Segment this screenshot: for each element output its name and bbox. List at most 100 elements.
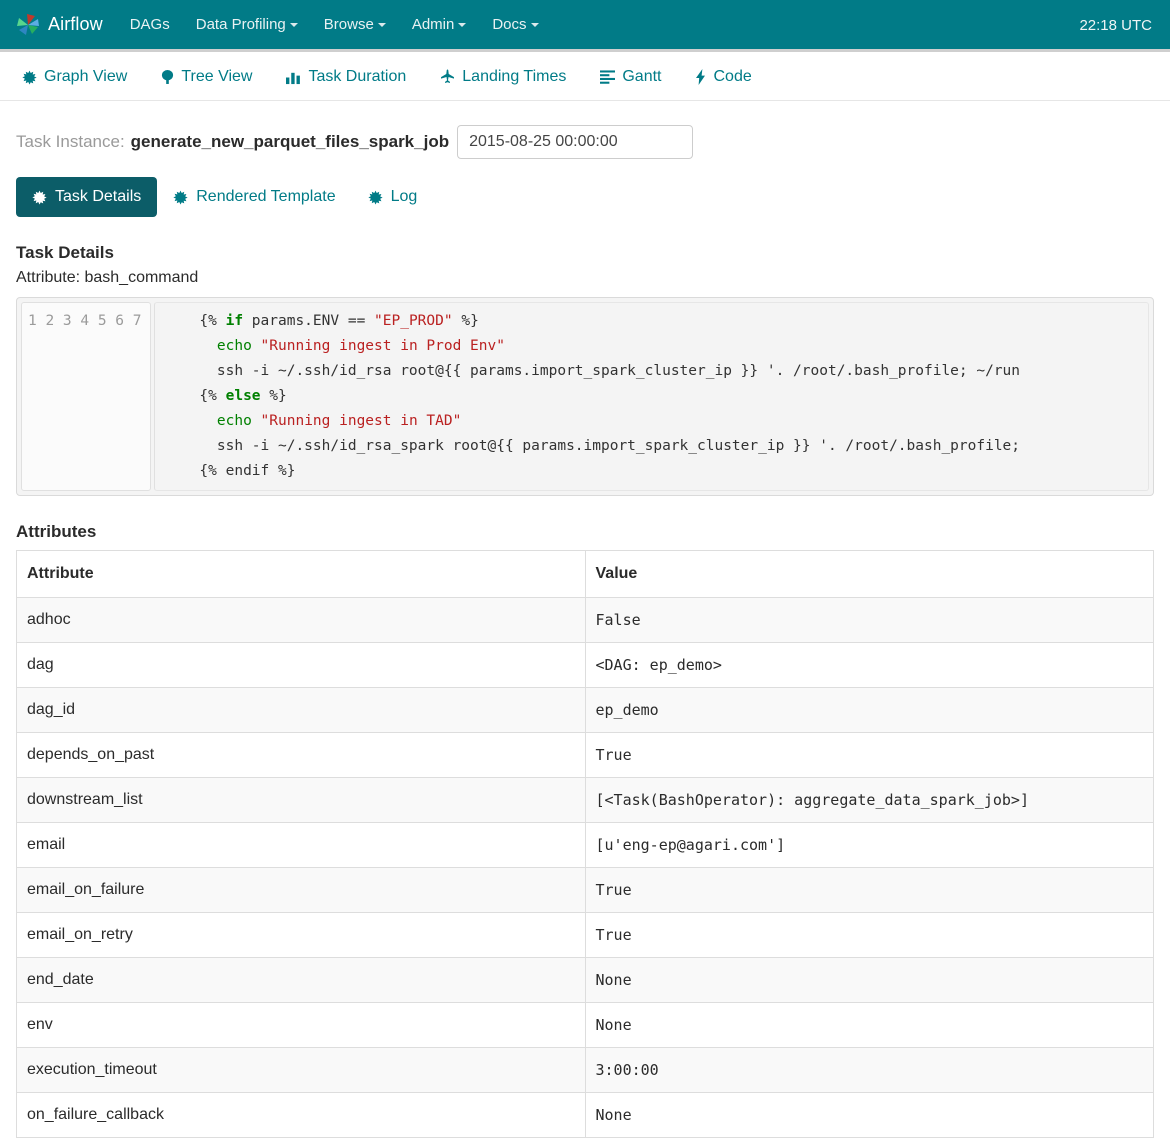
bash-command-code-block: 1 2 3 4 5 6 7 {% if params.ENV == "EP_PR…	[16, 297, 1154, 496]
chevron-down-icon	[458, 23, 466, 27]
asterisk-icon	[173, 190, 188, 205]
attributes-table: Attribute Value adhocFalsedag<DAG: ep_de…	[16, 550, 1154, 1138]
table-row: dag_idep_demo	[17, 688, 1154, 733]
cell-attribute: dag	[17, 643, 586, 688]
table-row: dag<DAG: ep_demo>	[17, 643, 1154, 688]
subnav-item-landing-times[interactable]: Landing Times	[440, 68, 566, 86]
align-left-icon	[600, 70, 615, 84]
airflow-pinwheel-logo-icon	[14, 12, 42, 38]
table-row: envNone	[17, 1003, 1154, 1048]
chevron-down-icon	[531, 23, 539, 27]
table-row: on_failure_callbackNone	[17, 1093, 1154, 1138]
cell-value: <DAG: ep_demo>	[585, 643, 1154, 688]
cell-value: [u'eng-ep@agari.com']	[585, 823, 1154, 868]
code-content: {% if params.ENV == "EP_PROD" %} echo "R…	[154, 302, 1150, 491]
cell-attribute: email_on_failure	[17, 868, 586, 913]
subnav-item-graph-view[interactable]: Graph View	[22, 68, 127, 86]
subnav-item-task-duration[interactable]: Task Duration	[286, 68, 406, 86]
code-line-numbers: 1 2 3 4 5 6 7	[21, 302, 151, 491]
nav-item-docs[interactable]: Docs	[479, 0, 551, 51]
table-row: adhocFalse	[17, 598, 1154, 643]
top-navbar: Airflow DAGs Data Profiling Browse Admin…	[0, 0, 1170, 52]
asterisk-icon	[22, 70, 37, 85]
nav-item-browse-label: Browse	[324, 16, 374, 33]
brand-label: Airflow	[48, 14, 103, 35]
task-instance-section: Task Instance: generate_new_parquet_file…	[0, 101, 1170, 159]
detail-tabs: Task Details Rendered Template Log	[0, 159, 1170, 217]
table-row: end_dateNone	[17, 958, 1154, 1003]
subnav-item-code-label: Code	[713, 68, 751, 86]
task-instance-line: Task Instance: generate_new_parquet_file…	[16, 125, 1154, 159]
table-header-row: Attribute Value	[17, 551, 1154, 598]
table-row: email[u'eng-ep@agari.com']	[17, 823, 1154, 868]
attributes-table-body: adhocFalsedag<DAG: ep_demo>dag_idep_demo…	[17, 598, 1154, 1138]
nav-item-docs-label: Docs	[492, 16, 526, 33]
cell-value: None	[585, 1003, 1154, 1048]
subnav-item-code[interactable]: Code	[695, 68, 751, 86]
cell-value: True	[585, 868, 1154, 913]
tab-task-details[interactable]: Task Details	[16, 177, 157, 217]
cell-value: [<Task(BashOperator): aggregate_data_spa…	[585, 778, 1154, 823]
tree-icon	[161, 69, 174, 85]
cell-attribute: email	[17, 823, 586, 868]
navbar-links: DAGs Data Profiling Browse Admin Docs	[117, 0, 552, 51]
cell-value: True	[585, 733, 1154, 778]
table-row: depends_on_pastTrue	[17, 733, 1154, 778]
cell-value: True	[585, 913, 1154, 958]
tab-log[interactable]: Log	[352, 177, 434, 217]
cell-attribute: depends_on_past	[17, 733, 586, 778]
task-instance-label: Task Instance:	[16, 132, 125, 152]
asterisk-icon	[32, 190, 47, 205]
chevron-down-icon	[378, 23, 386, 27]
cell-attribute: execution_timeout	[17, 1048, 586, 1093]
nav-item-browse[interactable]: Browse	[311, 0, 399, 51]
subnav-item-tree-view[interactable]: Tree View	[161, 68, 252, 86]
nav-item-admin-label: Admin	[412, 16, 455, 33]
bolt-icon	[695, 69, 706, 85]
chevron-down-icon	[290, 23, 298, 27]
attributes-table-wrap: Attribute Value adhocFalsedag<DAG: ep_de…	[16, 550, 1154, 1138]
nav-item-dags[interactable]: DAGs	[117, 0, 183, 51]
cell-value: False	[585, 598, 1154, 643]
table-row: execution_timeout3:00:00	[17, 1048, 1154, 1093]
column-header-attribute: Attribute	[17, 551, 586, 598]
subnav-item-tree-view-label: Tree View	[181, 68, 252, 86]
cell-value: ep_demo	[585, 688, 1154, 733]
brand-link[interactable]: Airflow	[14, 12, 117, 38]
utc-clock: 22:18 UTC	[1079, 0, 1152, 52]
plane-icon	[440, 69, 455, 85]
task-details-heading: Task Details	[16, 243, 1154, 263]
nav-item-data-profiling-label: Data Profiling	[196, 16, 286, 33]
cell-attribute: end_date	[17, 958, 586, 1003]
column-header-value: Value	[585, 551, 1154, 598]
cell-value: None	[585, 958, 1154, 1003]
task-instance-task-id: generate_new_parquet_files_spark_job	[131, 132, 449, 152]
tab-log-label: Log	[391, 188, 418, 206]
execution-date-input[interactable]	[457, 125, 693, 159]
attributes-table-head: Attribute Value	[17, 551, 1154, 598]
asterisk-icon	[368, 190, 383, 205]
subnav-item-task-duration-label: Task Duration	[308, 68, 406, 86]
subnav-item-graph-view-label: Graph View	[44, 68, 127, 86]
nav-item-admin[interactable]: Admin	[399, 0, 480, 51]
bar-chart-icon	[286, 70, 301, 85]
subnav-item-gantt-label: Gantt	[622, 68, 661, 86]
subnav-item-landing-times-label: Landing Times	[462, 68, 566, 86]
cell-attribute: on_failure_callback	[17, 1093, 586, 1138]
cell-attribute: env	[17, 1003, 586, 1048]
cell-value: None	[585, 1093, 1154, 1138]
nav-item-dags-label: DAGs	[130, 16, 170, 33]
attributes-heading: Attributes	[16, 522, 1154, 542]
table-row: email_on_failureTrue	[17, 868, 1154, 913]
table-row: downstream_list[<Task(BashOperator): agg…	[17, 778, 1154, 823]
cell-attribute: dag_id	[17, 688, 586, 733]
cell-value: 3:00:00	[585, 1048, 1154, 1093]
attribute-name-label: Attribute: bash_command	[16, 269, 1154, 287]
table-row: email_on_retryTrue	[17, 913, 1154, 958]
tab-task-details-label: Task Details	[55, 188, 141, 206]
cell-attribute: adhoc	[17, 598, 586, 643]
subnav-item-gantt[interactable]: Gantt	[600, 68, 661, 86]
tab-rendered-template-label: Rendered Template	[196, 188, 335, 206]
tab-rendered-template[interactable]: Rendered Template	[157, 177, 351, 217]
nav-item-data-profiling[interactable]: Data Profiling	[183, 0, 311, 51]
